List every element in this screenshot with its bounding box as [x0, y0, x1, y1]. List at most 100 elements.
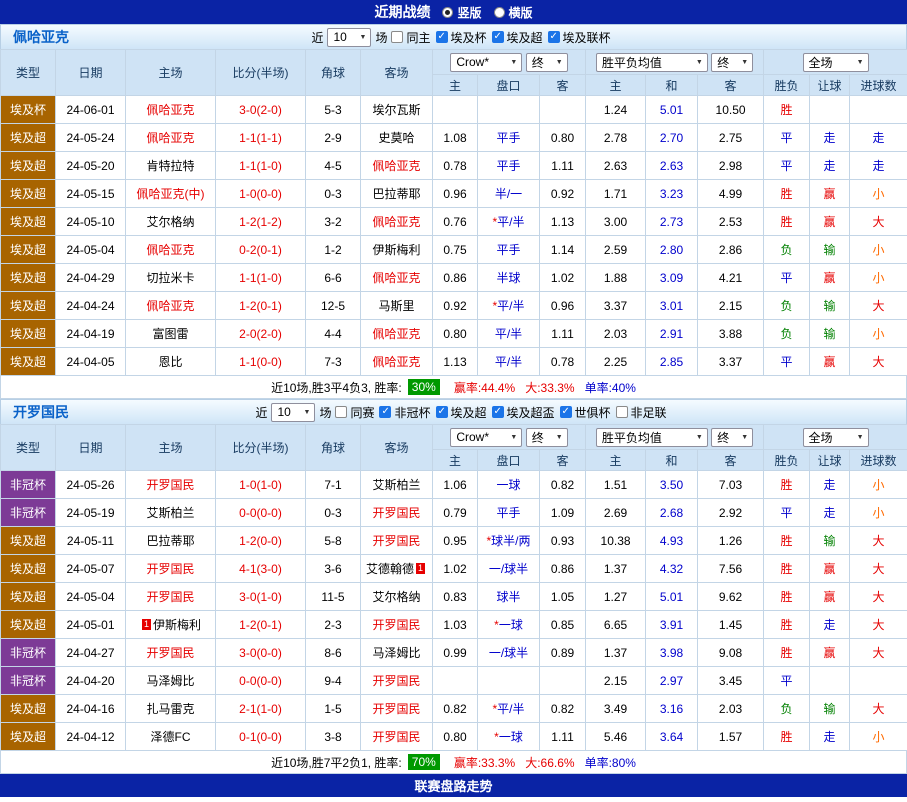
filter-checkbox-埃及超[interactable]: 埃及超	[492, 29, 543, 46]
away-team-cell: 伊斯梅利	[361, 236, 433, 264]
avg-draw-cell: 3.64	[646, 723, 698, 751]
radio-icon[interactable]	[442, 7, 453, 18]
handicap-text: 平/半	[495, 355, 522, 369]
col-goals: 进球数	[850, 450, 907, 471]
handicap-text: 一/球半	[489, 562, 528, 576]
team-link: 佩哈亚克(中)	[137, 187, 205, 201]
avg-away-cell: 7.03	[698, 471, 764, 499]
checkbox-icon[interactable]	[335, 406, 347, 418]
score-cell: 1-1(0-0)	[216, 348, 306, 376]
handicap-result-cell: 走	[810, 124, 850, 152]
home-team-cell: 泽德FC	[126, 723, 216, 751]
handicap-result-cell: 走	[810, 499, 850, 527]
bottombar[interactable]: 联赛盘路走势	[0, 774, 907, 797]
scope-select[interactable]: 全场▼	[803, 53, 869, 72]
result-cell: 胜	[764, 639, 810, 667]
filter-checkbox-非足联[interactable]: 非足联	[616, 404, 667, 421]
recent-count-select[interactable]: 10▼	[327, 28, 371, 47]
avg-draw-cell: 5.01	[646, 583, 698, 611]
handicap-result-cell: 赢	[810, 348, 850, 376]
bookmaker-select[interactable]: Crow*▼	[450, 53, 522, 72]
home-team-cell: 富图雷	[126, 320, 216, 348]
filter-checkbox-埃及超[interactable]: 埃及超	[436, 404, 487, 421]
chevron-down-icon: ▼	[556, 434, 563, 441]
avg-home-cell: 1.71	[586, 180, 646, 208]
score-cell: 1-2(0-1)	[216, 611, 306, 639]
home-odds-cell: 0.95	[433, 527, 478, 555]
checkbox-icon[interactable]	[492, 406, 504, 418]
checkbox-icon[interactable]	[379, 406, 391, 418]
goals-result-cell: 大	[850, 292, 907, 320]
home-odds-cell: 0.75	[433, 236, 478, 264]
away-team-cell: 开罗国民	[361, 695, 433, 723]
radio-label: 竖版	[457, 4, 481, 21]
filter-checkbox-埃及杯[interactable]: 埃及杯	[436, 29, 487, 46]
home-odds-cell: 0.76	[433, 208, 478, 236]
match-row: 埃及超24-05-04开罗国民3-0(1-0)11-5艾尔格纳0.83球半1.0…	[1, 583, 907, 611]
col-avg-away: 客	[698, 75, 764, 96]
bookmaker-select[interactable]: Crow*▼	[450, 428, 522, 447]
match-row: 埃及超24-04-19富图雷2-0(2-0)4-4佩哈亚克0.80平/半1.11…	[1, 320, 907, 348]
handicap-result-cell: 赢	[810, 583, 850, 611]
checkbox-icon[interactable]	[436, 31, 448, 43]
team-link: 恩比	[158, 355, 182, 369]
col-away: 客场	[361, 50, 433, 96]
avg-time-select[interactable]: 终▼	[711, 428, 753, 447]
checkbox-icon[interactable]	[391, 31, 403, 43]
matches-table: 类型 日期 主场 比分(半场) 角球 客场 Crow*▼ 终▼ 胜平负均值▼ 终…	[0, 49, 907, 376]
corner-cell: 1-5	[306, 695, 361, 723]
recent-count-select[interactable]: 10▼	[271, 403, 315, 422]
avg-home-cell: 6.65	[586, 611, 646, 639]
bottombar-title: 联赛盘路走势	[414, 776, 492, 795]
filter-checkbox-埃及超盃[interactable]: 埃及超盃	[492, 404, 555, 421]
filter-checkbox-世俱杯[interactable]: 世俱杯	[560, 404, 611, 421]
checkbox-icon[interactable]	[436, 406, 448, 418]
layout-radio-横版[interactable]: 横版	[494, 4, 533, 21]
avg-home-cell: 1.27	[586, 583, 646, 611]
avg-home-cell: 1.51	[586, 471, 646, 499]
handicap-cell: *一球	[478, 723, 540, 751]
filter-checkbox-埃及联杯[interactable]: 埃及联杯	[548, 29, 611, 46]
layout-radio-竖版[interactable]: 竖版	[442, 4, 481, 21]
corner-cell: 5-3	[306, 96, 361, 124]
avg-time-select[interactable]: 终▼	[711, 53, 753, 72]
home-odds-cell	[433, 667, 478, 695]
home-odds-cell: 1.13	[433, 348, 478, 376]
checkbox-icon[interactable]	[548, 31, 560, 43]
corner-cell: 1-2	[306, 236, 361, 264]
corner-cell: 7-3	[306, 348, 361, 376]
team-link: 开罗国民	[372, 534, 420, 548]
checkbox-icon[interactable]	[616, 406, 628, 418]
away-team-cell: 开罗国民	[361, 527, 433, 555]
goals-result-cell: 走	[850, 124, 907, 152]
score-cell: 1-0(1-0)	[216, 471, 306, 499]
col-avg-draw: 和	[646, 75, 698, 96]
handicap-result-cell: 输	[810, 292, 850, 320]
filter-checkbox-同赛[interactable]: 同赛	[335, 404, 374, 421]
home-odds-cell: 0.80	[433, 320, 478, 348]
avg-home-cell: 2.25	[586, 348, 646, 376]
result-cell: 胜	[764, 471, 810, 499]
filter-checkbox-同主[interactable]: 同主	[391, 29, 430, 46]
home-team-cell: 肯特拉特	[126, 152, 216, 180]
radio-icon[interactable]	[494, 7, 505, 18]
chevron-down-icon: ▼	[696, 59, 703, 66]
filter-checkbox-非冠杯[interactable]: 非冠杯	[379, 404, 430, 421]
odds-time-select[interactable]: 终▼	[526, 428, 568, 447]
checkbox-icon[interactable]	[492, 31, 504, 43]
away-team-cell: 佩哈亚克	[361, 264, 433, 292]
avg-select[interactable]: 胜平负均值▼	[596, 53, 708, 72]
checkbox-label: 非足联	[631, 404, 667, 421]
avg-select[interactable]: 胜平负均值▼	[596, 428, 708, 447]
odds-time-select[interactable]: 终▼	[526, 53, 568, 72]
chevron-down-icon: ▼	[857, 434, 864, 441]
home-team-cell: 开罗国民	[126, 555, 216, 583]
match-row: 埃及超24-05-20肯特拉特1-1(1-0)4-5佩哈亚克0.78平手1.11…	[1, 152, 907, 180]
team-link: 艾尔格纳	[146, 215, 194, 229]
avg-away-cell: 2.53	[698, 208, 764, 236]
checkbox-icon[interactable]	[560, 406, 572, 418]
scope-select[interactable]: 全场▼	[803, 428, 869, 447]
handicap-result-cell: 赢	[810, 208, 850, 236]
avg-away-cell: 4.21	[698, 264, 764, 292]
league-type-cell: 埃及超	[1, 320, 56, 348]
